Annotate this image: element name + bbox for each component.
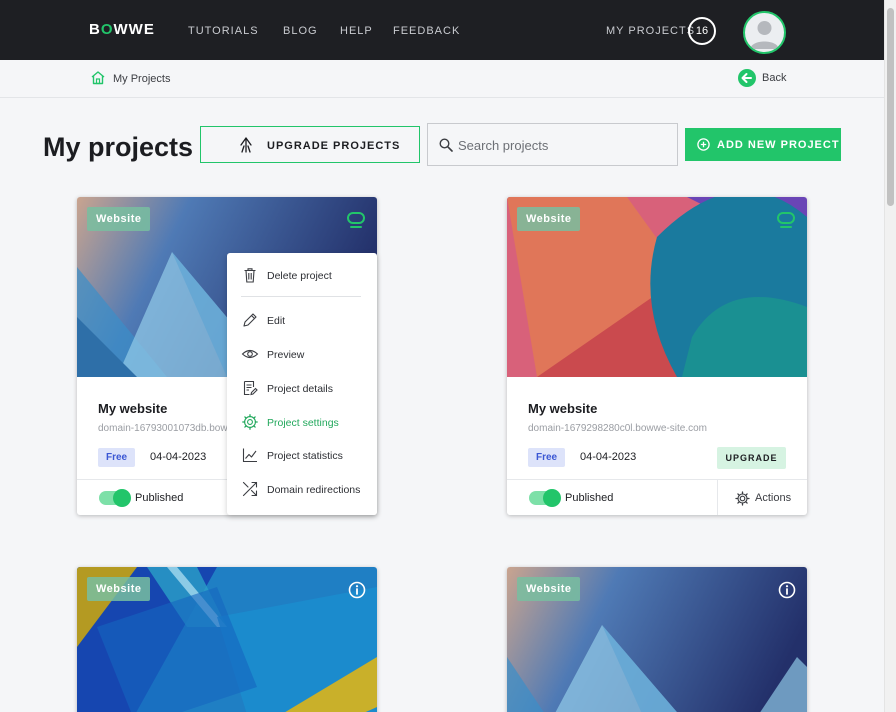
back-link[interactable]: Back <box>762 72 786 84</box>
add-new-project-button[interactable]: ADD NEW PROJECT <box>685 128 841 161</box>
menu-item-settings[interactable]: Project settings <box>241 413 371 433</box>
upgrade-projects-button[interactable]: UPGRADE PROJECTS <box>200 126 420 163</box>
nav-link-help[interactable]: HELP <box>340 25 373 37</box>
actions-button[interactable]: Actions <box>717 480 807 515</box>
chart-line-icon <box>242 448 257 463</box>
shuffle-icon <box>242 481 258 497</box>
website-badge: Website <box>87 577 151 601</box>
home-icon[interactable] <box>90 70 106 85</box>
project-title[interactable]: My website <box>98 401 167 416</box>
user-icon <box>750 21 779 49</box>
publish-toggle[interactable] <box>529 489 561 507</box>
menu-item-label: Delete project <box>267 270 332 282</box>
publish-toggle[interactable] <box>99 489 131 507</box>
bowwe-logo[interactable]: BOWWE <box>89 21 155 38</box>
actions-label: Actions <box>755 492 792 504</box>
search-input[interactable] <box>458 134 668 156</box>
plus-circle-icon <box>697 138 710 151</box>
bowwe-mark-icon <box>347 212 365 228</box>
scrollbar-thumb[interactable] <box>887 8 894 206</box>
menu-item-label: Domain redirections <box>267 484 361 496</box>
publish-status: Published <box>135 492 184 504</box>
project-card: Website <box>507 567 807 712</box>
plan-badge: Free <box>528 448 566 467</box>
upgrade-button[interactable]: UPGRADE <box>717 447 786 469</box>
project-card: Website My website domain-1679298280c0l.… <box>507 197 807 515</box>
menu-item-edit[interactable]: Edit <box>241 311 371 331</box>
avatar[interactable] <box>743 11 786 54</box>
project-date: 04-04-2023 <box>580 451 637 463</box>
publish-status: Published <box>565 492 614 504</box>
breadcrumb-current[interactable]: My Projects <box>113 73 170 85</box>
nav-link-blog[interactable]: BLOG <box>283 25 318 37</box>
menu-item-preview[interactable]: Preview <box>241 345 371 365</box>
project-title[interactable]: My website <box>528 401 597 416</box>
nav-link-tutorials[interactable]: TUTORIALS <box>188 25 259 37</box>
nav-link-feedback[interactable]: FEEDBACK <box>393 25 460 37</box>
project-card: Website <box>77 567 377 712</box>
menu-item-details[interactable]: Project details <box>241 379 371 399</box>
project-date: 04-04-2023 <box>150 451 207 463</box>
project-domain[interactable]: domain-1679298280c0l.bowwe-site.com <box>528 423 707 434</box>
page-title: My projects <box>43 132 194 162</box>
trash-icon <box>244 268 256 283</box>
menu-item-statistics[interactable]: Project statistics <box>241 446 371 466</box>
project-thumbnail[interactable]: Website <box>77 567 377 712</box>
add-new-project-label: ADD NEW PROJECT <box>717 139 840 151</box>
gear-icon <box>735 491 750 506</box>
website-badge: Website <box>517 577 581 601</box>
menu-item-label: Project details <box>267 383 333 395</box>
bowwe-mark-icon <box>777 212 795 228</box>
plan-badge: Free <box>98 448 136 467</box>
project-thumbnail[interactable]: Website <box>507 197 807 377</box>
top-navbar: BOWWE TUTORIALS BLOG HELP FEEDBACK MY PR… <box>0 0 884 60</box>
menu-item-label: Preview <box>267 349 305 361</box>
eye-icon <box>241 349 259 359</box>
project-thumbnail[interactable]: Website <box>507 567 807 712</box>
menu-item-redirections[interactable]: Domain redirections <box>241 480 371 500</box>
info-icon[interactable] <box>348 581 366 599</box>
website-badge: Website <box>87 207 151 231</box>
my-projects-link[interactable]: MY PROJECTS <box>606 25 695 37</box>
menu-item-delete[interactable]: Delete project <box>241 266 371 286</box>
menu-item-label: Edit <box>267 315 286 327</box>
document-edit-icon <box>243 380 258 396</box>
info-icon[interactable] <box>778 581 796 599</box>
search-icon <box>439 138 453 152</box>
breadcrumb: My Projects Back <box>0 60 884 98</box>
gear-icon <box>242 414 258 430</box>
menu-item-label: Project statistics <box>267 450 343 462</box>
website-badge: Website <box>517 207 581 231</box>
project-count-badge[interactable]: 16 <box>688 17 716 45</box>
upgrade-arrow-icon <box>240 137 252 153</box>
menu-divider <box>241 296 361 297</box>
menu-item-label: Project settings <box>267 417 339 429</box>
pencil-icon <box>243 313 257 327</box>
search-box <box>427 123 678 166</box>
upgrade-projects-label: UPGRADE PROJECTS <box>267 140 401 152</box>
back-arrow-icon[interactable] <box>738 69 756 87</box>
project-actions-menu: Delete project Edit Preview Project deta… <box>227 253 377 515</box>
card-footer: Published Actions <box>507 479 807 515</box>
